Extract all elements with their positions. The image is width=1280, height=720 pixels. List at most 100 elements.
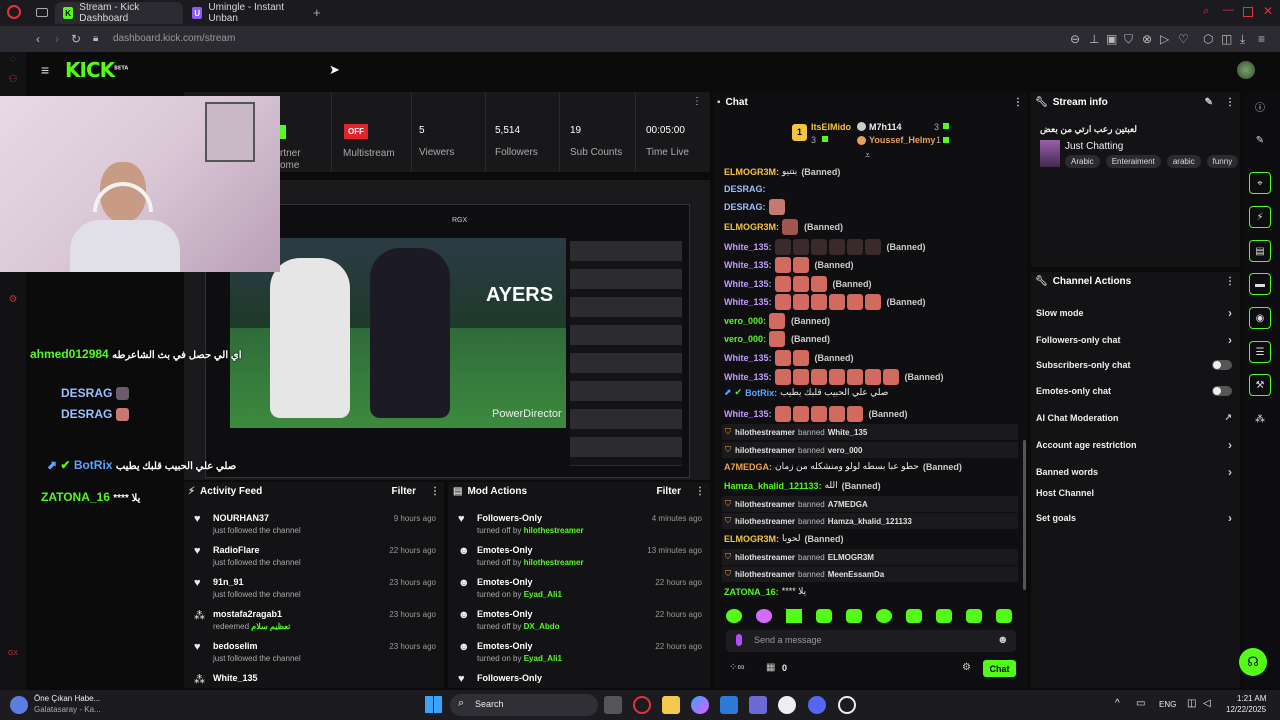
rail-bolt-icon[interactable]: ⚡︎ [1249, 206, 1271, 228]
action-host-channel[interactable]: Host Channel [1036, 488, 1232, 498]
chat-user[interactable]: White_135: [724, 372, 772, 382]
extensions-icon[interactable]: ⬡ [1203, 32, 1213, 46]
action-slow-mode[interactable]: Slow mode › [1036, 306, 1232, 320]
zoom-icon[interactable]: ⊖ [1070, 32, 1080, 46]
rail-tools-icon[interactable]: ⚒ [1249, 374, 1271, 396]
sidebar-person-icon[interactable]: ⚇ [7, 74, 19, 86]
action-set-goals[interactable]: Set goals › [1036, 511, 1232, 525]
top-gifter-2-name[interactable]: M7h114 [869, 122, 902, 132]
chat-user[interactable]: White_135: [724, 409, 772, 419]
chat-user[interactable]: White_135: [724, 297, 772, 307]
speaker-icon[interactable]: ◁ [1203, 698, 1211, 709]
mod-name[interactable]: hilothestreamer [735, 553, 795, 562]
mod-name[interactable]: hilothestreamer [735, 517, 795, 526]
search-tabs-icon[interactable]: ⌕ [1203, 5, 1209, 18]
maximize-icon[interactable] [1243, 7, 1253, 17]
activity-filter-button[interactable]: Filter [392, 486, 416, 497]
mod-action-actor[interactable]: Eyad_Ali1 [524, 654, 562, 663]
top-gifter-1-name[interactable]: ItsElMido [811, 122, 851, 132]
tag-chip[interactable]: arabic [1166, 155, 1201, 168]
clock-date[interactable]: 12/22/2025 [1226, 705, 1266, 714]
task-view-icon[interactable] [604, 696, 622, 714]
chat-settings-icon[interactable]: ⚙ [962, 662, 971, 673]
ban-target[interactable]: MeenEssamDa [828, 570, 884, 579]
taskbar-search-box[interactable]: ⌕ Search [450, 694, 598, 716]
mod-more-icon[interactable]: ⋮ [695, 486, 705, 497]
opera-gx-taskbar-icon[interactable] [633, 696, 651, 714]
activity-more-icon[interactable]: ⋮ [430, 486, 440, 497]
mod-name[interactable]: hilothestreamer [735, 428, 795, 437]
store-icon[interactable] [720, 696, 738, 714]
mod-filter-button[interactable]: Filter [657, 486, 681, 497]
ban-target[interactable]: vero_000 [828, 446, 863, 455]
mod-name[interactable]: hilothestreamer [735, 500, 795, 509]
hamburger-icon[interactable]: ≡ [41, 62, 49, 78]
ban-target[interactable]: A7MEDGA [828, 500, 868, 509]
windows-start-icon[interactable] [425, 696, 442, 713]
chat-user[interactable]: ZATONA_16: [724, 587, 779, 597]
rail-edit-icon[interactable]: ✎ [1249, 129, 1271, 151]
chat-user[interactable]: ELMOGR3M: [724, 534, 779, 544]
rail-broadcast-icon[interactable]: ◉ [1249, 307, 1271, 329]
category-name[interactable]: Just Chatting [1065, 141, 1123, 152]
tag-chip[interactable]: funny [1206, 155, 1239, 168]
emote-face-icon[interactable] [966, 609, 982, 623]
chat-user[interactable]: Hamza_khalid_121133: [724, 481, 822, 491]
emotes-only-toggle[interactable] [1212, 386, 1232, 396]
top-gifter-3-name[interactable]: Youssef_Helmy [869, 135, 935, 145]
heart-icon[interactable]: ♡ [1178, 32, 1189, 46]
support-chat-button[interactable]: ☊ [1239, 648, 1267, 676]
ban-target[interactable]: White_135 [828, 428, 868, 437]
teams-icon[interactable] [749, 696, 767, 714]
ban-target[interactable]: ELMOGR3M [828, 553, 874, 562]
action-followers-only[interactable]: Followers-only chat › [1036, 333, 1232, 347]
chat-user[interactable]: vero_000: [724, 334, 766, 344]
action-banned-words[interactable]: Banned words › [1036, 465, 1232, 479]
send-chat-button[interactable]: Chat [983, 660, 1016, 677]
chat-user[interactable]: vero_000: [724, 316, 766, 326]
forward-icon[interactable]: › [55, 32, 59, 46]
wallet-icon[interactable]: ◫ [1221, 32, 1232, 46]
sidebar-settings-icon[interactable]: ⚙ [7, 294, 19, 306]
clock-time[interactable]: 1:21 AM [1237, 694, 1266, 703]
back-icon[interactable]: ‹ [36, 32, 40, 46]
emote-drop-icon[interactable] [756, 609, 772, 623]
rail-more-icon[interactable]: ⁂ [1249, 408, 1271, 430]
channel-points-icon[interactable]: ⁘∞ [729, 662, 745, 673]
action-emotes-only[interactable]: Emotes-only chat [1036, 386, 1232, 396]
tab-kick-dashboard[interactable]: K Stream - Kick Dashboard [55, 2, 183, 24]
mod-name[interactable]: hilothestreamer [735, 446, 795, 455]
mod-action-actor[interactable]: hilothestreamer [524, 558, 584, 567]
stats-more-icon[interactable]: ⋮ [692, 96, 702, 107]
rail-list-icon[interactable]: ☰ [1249, 341, 1271, 363]
tray-keyboard-icon[interactable]: ▭ [1136, 698, 1145, 709]
chat-input-box[interactable]: Send a message ☻ [726, 630, 1016, 652]
chat-user[interactable]: A7MEDGA: [724, 462, 772, 472]
stat-multistream[interactable]: OFF Multistream [332, 92, 412, 172]
news-title[interactable]: Öne Çıkan Habe... [34, 694, 100, 703]
pin-icon[interactable]: ⊥ [1089, 32, 1099, 46]
mod-action-actor[interactable]: DX_Abdo [524, 622, 560, 631]
gift-box-icon[interactable]: ▦ [766, 662, 775, 673]
emote-face-icon[interactable] [846, 609, 862, 623]
mod-action-actor[interactable]: hilothestreamer [524, 526, 584, 535]
chat-user[interactable]: DESRAG: [724, 184, 766, 194]
emote-face-icon[interactable] [816, 609, 832, 623]
chat-user[interactable]: White_135: [724, 242, 772, 252]
chat-scrollbar[interactable] [1023, 440, 1026, 590]
mic-icon[interactable] [736, 634, 742, 646]
mod-name[interactable]: hilothestreamer [735, 570, 795, 579]
rail-chat-icon[interactable]: ▬ [1249, 273, 1271, 295]
snapshot-icon[interactable]: ▣ [1106, 32, 1117, 46]
rail-info-icon[interactable]: ⓘ [1249, 95, 1271, 117]
rail-focus-icon[interactable]: ⌖ [1249, 172, 1271, 194]
music-icon[interactable] [778, 696, 796, 714]
activity-user[interactable]: White_135 [213, 673, 436, 683]
emote-globe-icon[interactable] [726, 609, 742, 623]
tab-overview-icon[interactable] [36, 8, 48, 17]
url-field[interactable]: dashboard.kick.com/stream [113, 33, 235, 44]
edit-icon[interactable]: ✎ [1205, 97, 1213, 108]
info-more-icon[interactable]: ⋮ [1225, 97, 1235, 108]
file-explorer-icon[interactable] [662, 696, 680, 714]
menu-icon[interactable]: ≡ [1258, 32, 1265, 46]
